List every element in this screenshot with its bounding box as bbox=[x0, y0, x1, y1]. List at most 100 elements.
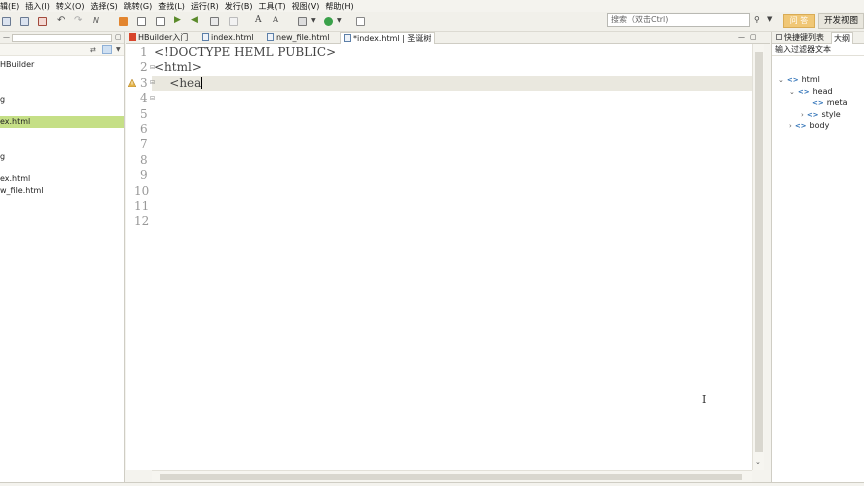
browser-icon[interactable] bbox=[324, 17, 333, 26]
tab-outline[interactable]: 大纲 bbox=[831, 32, 853, 44]
menu-view[interactable]: 视图(V) bbox=[292, 1, 320, 12]
menu-escape[interactable]: 转义(O) bbox=[56, 1, 85, 12]
tag-icon: <> bbox=[812, 99, 824, 107]
project-explorer: — ▢ ⇄ ▼ HBuilder g ex.html g ex.html w_f… bbox=[0, 32, 125, 482]
chevron-down-icon[interactable]: ▼ bbox=[311, 17, 316, 24]
fold-toggle-icon[interactable]: ⊟ bbox=[150, 95, 155, 102]
code-line-current: <hea bbox=[154, 76, 203, 91]
format-icon[interactable]: N bbox=[93, 16, 99, 25]
menu-tools[interactable]: 工具(T) bbox=[258, 1, 285, 12]
tree-item[interactable]: g bbox=[0, 151, 5, 163]
search-input[interactable]: 搜索（双击Ctrl) bbox=[607, 13, 750, 27]
tab-hbuilder-intro[interactable]: HBuilder入门 bbox=[129, 32, 188, 44]
preview-icon[interactable] bbox=[210, 17, 219, 26]
outline-item-meta[interactable]: <> meta bbox=[812, 97, 848, 109]
collapse-icon[interactable]: — bbox=[3, 33, 10, 41]
menu-help[interactable]: 帮助(H) bbox=[325, 1, 353, 12]
chevron-down-icon[interactable]: ⌄ bbox=[789, 88, 795, 96]
back-icon[interactable]: ◀ bbox=[191, 15, 198, 25]
mouse-cursor-icon: I bbox=[702, 393, 707, 406]
device-icon[interactable] bbox=[298, 17, 307, 26]
dev-view-button[interactable]: 开发视图 bbox=[818, 13, 864, 29]
line-number: 2 bbox=[140, 60, 148, 75]
line-number: 6 bbox=[140, 122, 148, 136]
keyboard-icon bbox=[776, 34, 782, 40]
tree-item[interactable]: g bbox=[0, 94, 5, 106]
tag-icon: <> bbox=[797, 88, 810, 96]
outline-filter-input[interactable]: 输入过滤器文本 bbox=[772, 44, 864, 56]
tab-shortcuts[interactable]: 快捷键列表 bbox=[774, 32, 826, 44]
tree-item[interactable]: w_file.html bbox=[0, 185, 44, 197]
menu-find[interactable]: 查找(L) bbox=[158, 1, 185, 12]
menu-edit[interactable]: 辑(E) bbox=[0, 1, 19, 12]
menu-publish[interactable]: 发行(B) bbox=[225, 1, 253, 12]
outline-label: meta bbox=[826, 98, 848, 107]
search-icon[interactable]: ⚲ bbox=[754, 15, 760, 24]
line-number: 10 bbox=[134, 183, 150, 198]
code-line: <html> bbox=[154, 60, 202, 75]
line-gutter bbox=[126, 44, 152, 470]
outline-icon[interactable] bbox=[356, 17, 365, 26]
scroll-thumb[interactable] bbox=[755, 52, 763, 452]
html-file-icon bbox=[344, 34, 351, 42]
bookmark-icon[interactable] bbox=[119, 17, 128, 26]
tab-label: 大纲 bbox=[834, 34, 850, 43]
tab-new-file-html[interactable]: new_file.html bbox=[267, 32, 329, 44]
line-number: 12 bbox=[134, 214, 150, 229]
tree-item[interactable]: HBuilder bbox=[0, 59, 34, 71]
qa-button[interactable]: 问 答 bbox=[783, 14, 815, 28]
tab-index-html-active[interactable]: *index.html | 圣诞树 bbox=[340, 32, 436, 44]
minimize-icon[interactable]: ▢ bbox=[115, 33, 122, 41]
chevron-down-icon[interactable]: ▼ bbox=[337, 17, 342, 24]
undo-icon[interactable]: ↶ bbox=[57, 15, 65, 26]
code-line: <!DOCTYPE HEML PUBLIC> bbox=[154, 45, 337, 59]
save-icon[interactable] bbox=[2, 17, 11, 26]
chevron-down-icon[interactable]: ▼ bbox=[116, 46, 121, 53]
explorer-filter[interactable] bbox=[12, 34, 112, 42]
outline-item-html[interactable]: ⌄ <> html bbox=[778, 74, 820, 86]
editor-tabs: HBuilder入门 index.html new_file.html *ind… bbox=[126, 32, 770, 44]
revert-icon[interactable] bbox=[38, 17, 47, 26]
minimize-icon[interactable]: — bbox=[738, 33, 745, 41]
sync-icon[interactable] bbox=[102, 45, 112, 54]
text-caret bbox=[201, 76, 203, 89]
explorer-toolbar: ⇄ ▼ bbox=[0, 44, 124, 56]
line-number: 4 bbox=[140, 91, 148, 106]
tree-item[interactable]: ex.html bbox=[0, 173, 30, 185]
menu-goto[interactable]: 跳转(G) bbox=[124, 1, 152, 12]
scroll-thumb[interactable] bbox=[160, 474, 742, 480]
new-project-icon[interactable] bbox=[156, 17, 165, 26]
tree-item-selected[interactable]: ex.html bbox=[0, 116, 124, 128]
redo-icon[interactable]: ↷ bbox=[74, 15, 82, 26]
tab-label: *index.html | 圣诞树 bbox=[353, 34, 432, 43]
font-increase-icon[interactable]: A bbox=[255, 15, 262, 25]
tab-label: new_file.html bbox=[276, 33, 330, 42]
menu-insert[interactable]: 插入(I) bbox=[25, 1, 50, 12]
horizontal-scrollbar[interactable] bbox=[152, 470, 752, 482]
menu-run[interactable]: 运行(R) bbox=[191, 1, 219, 12]
split-icon[interactable] bbox=[229, 17, 238, 26]
save-all-icon[interactable] bbox=[20, 17, 29, 26]
maximize-icon[interactable]: ▢ bbox=[750, 33, 757, 41]
chevron-down-icon[interactable]: ⌄ bbox=[755, 458, 761, 466]
link-icon[interactable]: ⇄ bbox=[90, 46, 96, 54]
chevron-down-icon[interactable]: ▼ bbox=[767, 15, 772, 23]
chevron-right-icon[interactable]: › bbox=[789, 122, 792, 130]
tag-icon: <> bbox=[806, 111, 819, 119]
outline-label: style bbox=[821, 110, 841, 119]
line-number: 5 bbox=[140, 106, 148, 121]
line-number: 11 bbox=[134, 199, 150, 213]
outline-label: head bbox=[812, 87, 833, 96]
menu-select[interactable]: 选择(S) bbox=[90, 1, 117, 12]
new-file-icon[interactable] bbox=[137, 17, 146, 26]
vertical-scrollbar[interactable]: ⌄ bbox=[752, 44, 764, 470]
run-icon[interactable]: ▶ bbox=[174, 15, 181, 25]
outline-item-body[interactable]: › <> body bbox=[789, 120, 829, 132]
tab-index-html[interactable]: index.html bbox=[202, 32, 254, 44]
code-editor[interactable]: 1 2 ⊟ 3 ⊟ 4 ⊟ 5 6 7 8 9 10 11 12 <!DOCTY… bbox=[126, 44, 752, 470]
outline-panel: 快捷键列表 大纲 输入过滤器文本 ⌄ <> html ⌄ <> head <> meta … bbox=[771, 32, 864, 482]
chevron-down-icon[interactable]: ⌄ bbox=[778, 76, 784, 84]
font-decrease-icon[interactable]: A bbox=[273, 16, 278, 24]
html-file-icon bbox=[267, 33, 274, 41]
chevron-right-icon[interactable]: › bbox=[801, 111, 804, 119]
